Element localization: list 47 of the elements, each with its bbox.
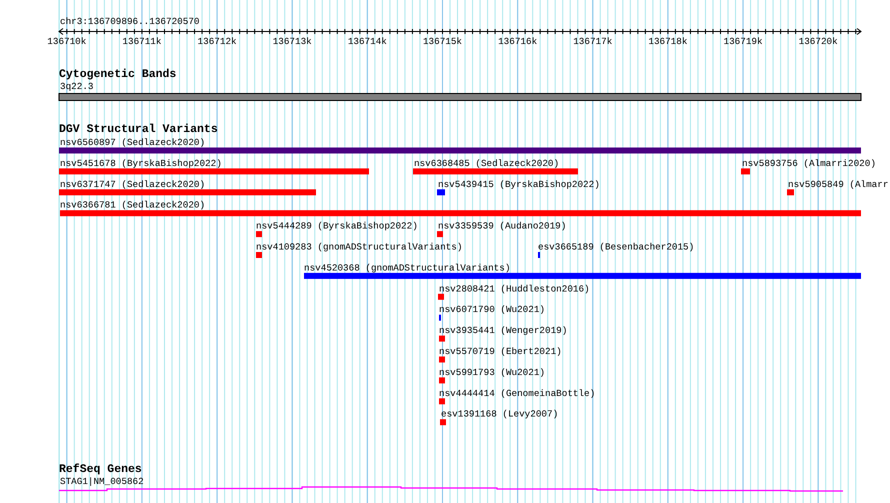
variant-bar[interactable] [437, 189, 445, 196]
variant-bar[interactable] [439, 336, 445, 342]
variant-label: nsv5905849 (Almarr [788, 178, 888, 190]
variant-label: nsv6071790 (Wu2021) [439, 304, 546, 316]
variant-bar[interactable] [304, 272, 861, 279]
variant-label: nsv3359539 (Audano2019) [438, 220, 566, 232]
ruler-label: 136720k [798, 36, 838, 47]
ruler-label: 136715k [422, 36, 462, 47]
variant-label: nsv2808421 (Huddleston2016) [439, 283, 590, 294]
variant-label: nsv6368485 (Sedlazeck2020) [414, 158, 560, 169]
variant-label: nsv6366781 (Sedlazeck2020) [60, 200, 206, 211]
variant-label: nsv4520368 (gnomADStructuralVariants) [304, 262, 510, 274]
track-title: DGV Structural Variants [59, 123, 218, 136]
variant-label: nsv4444414 (GenomeinaBottle) [439, 388, 596, 399]
variant-bar[interactable] [437, 231, 443, 238]
track-title: Cytogenetic Bands [59, 68, 176, 81]
gene-label: STAG1|NM_005862 [60, 476, 144, 487]
variant-label: nsv3935441 (Wenger2019) [439, 325, 568, 336]
variant-label: nsv6371747 (Sedlazeck2020) [60, 178, 206, 190]
ruler-label: 136719k [724, 36, 763, 47]
ruler-label: 136717k [573, 36, 612, 47]
gene-line[interactable] [59, 486, 843, 492]
ruler-label: 136710k [47, 36, 86, 47]
variant-bar[interactable] [59, 168, 369, 174]
ruler-label: 136714k [348, 36, 387, 47]
variant-label: nsv4109283 (gnomADStructuralVariants) [256, 242, 462, 252]
variant-bar[interactable] [413, 168, 578, 174]
variant-bar[interactable] [439, 377, 445, 384]
variant-label: esv3665189 (Besenbacher2015) [538, 242, 694, 252]
ruler-label: 136712k [198, 36, 237, 47]
variant-bar[interactable] [741, 168, 750, 174]
location-label: chr3:136709896..136720570 [60, 16, 200, 27]
variant-label: nsv5991793 (Wu2021) [439, 366, 546, 378]
variant-label: nsv5444289 (ByrskaBishop2022) [256, 220, 418, 232]
track-title: RefSeq Genes [59, 463, 142, 476]
variant-label: nsv5451678 (ByrskaBishop2022) [60, 158, 222, 169]
variant-label: nsv5570719 (Ebert2021) [439, 346, 562, 357]
ruler-label: 136711k [122, 36, 162, 47]
variant-label: esv1391168 (Levy2007) [441, 408, 558, 420]
variant-label: nsv5893756 (Almarri2020) [742, 158, 876, 169]
ruler-label: 136716k [498, 36, 538, 47]
variant-label: nsv6560897 (Sedlazeck2020) [60, 137, 206, 148]
variant-bar[interactable] [256, 231, 262, 238]
ruler-label: 136718k [648, 36, 688, 47]
band-label: 3q22.3 [60, 81, 94, 92]
variant-label: nsv5439415 (ByrskaBishop2022) [438, 178, 600, 190]
ruler-label: 136713k [272, 36, 312, 47]
